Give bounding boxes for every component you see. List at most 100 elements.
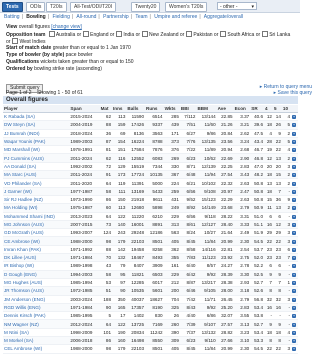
player-link[interactable]: D Gough (ENG) <box>3 270 70 279</box>
column-header[interactable]: 5 <box>272 105 282 113</box>
checkbox-sri-lanka[interactable] <box>262 31 269 37</box>
tab-t20is[interactable]: T20Is <box>46 2 67 12</box>
expand-row-button[interactable]: + <box>291 170 298 180</box>
subnav-fielding[interactable]: Fielding <box>52 14 70 20</box>
player-link[interactable]: MA Holding (WI) <box>3 203 70 213</box>
player-link[interactable]: PJ Cummins (AUS) <box>3 153 70 163</box>
expand-row-button[interactable]: + <box>291 261 298 271</box>
subnav-aggregate[interactable]: Aggregate/overall <box>204 14 243 20</box>
table-cell: 9/52 <box>179 195 197 205</box>
player-link[interactable]: Dennis Kirsch (PAK) <box>3 311 70 321</box>
subnav-batting[interactable]: Batting <box>4 14 20 20</box>
player-link[interactable]: MD Marshall (WI) <box>3 145 70 155</box>
expand-row-button[interactable]: + <box>291 178 298 188</box>
checkbox-south-africa[interactable] <box>220 31 227 37</box>
expand-row-button[interactable]: + <box>291 145 298 155</box>
column-header[interactable]: Runs <box>145 105 164 113</box>
column-header[interactable]: 10 <box>281 105 291 113</box>
expand-row-button[interactable]: + <box>291 212 298 221</box>
player-link[interactable]: IR Bishop (WI) <box>3 261 70 271</box>
player-link[interactable]: DW Steyn (SA) <box>3 120 70 130</box>
expand-row-button[interactable]: + <box>291 195 298 205</box>
player-link[interactable]: RGD Willis (ENG) <box>3 303 70 313</box>
player-link[interactable]: VD Philander (SA) <box>3 178 70 188</box>
player-link[interactable]: CE Ambrose (WI) <box>3 236 70 246</box>
expand-row-button[interactable]: + <box>291 228 298 238</box>
column-header[interactable]: BBM <box>196 105 217 113</box>
player-link[interactable]: MG Johnson (AUS) <box>3 220 70 230</box>
player-link[interactable]: K Rabada (SA) <box>3 112 70 122</box>
expand-row-button[interactable]: + <box>291 236 298 246</box>
player-link[interactable]: M Morkel (SA) <box>3 336 70 346</box>
player-link[interactable]: AA Donald (SA) <box>3 162 70 172</box>
column-header[interactable]: Econ <box>233 105 251 113</box>
column-header[interactable]: Player <box>3 105 70 113</box>
table-cell: 58 <box>99 187 113 196</box>
player-link[interactable]: Sir RJ Hadlee (NZ) <box>3 195 70 205</box>
player-link[interactable]: Imran Khan (PAK) <box>3 245 70 255</box>
column-header[interactable]: 4 <box>264 105 273 113</box>
player-link[interactable]: Waqar Younis (PAK) <box>3 137 70 147</box>
expand-row-button[interactable]: + <box>291 162 298 172</box>
subnav-all-round[interactable]: All-round <box>76 14 96 20</box>
player-link[interactable]: NM Wagner (NZ) <box>3 319 70 329</box>
column-header[interactable]: SR <box>250 105 265 113</box>
other-format-select[interactable]: - other - ▾ <box>217 2 257 10</box>
column-header[interactable]: Mat <box>99 105 113 113</box>
expand-row-button[interactable]: + <box>291 311 298 321</box>
checkbox-india[interactable] <box>116 31 123 37</box>
expand-row-button[interactable]: + <box>291 153 298 163</box>
expand-row-button[interactable]: + <box>291 253 298 263</box>
column-header[interactable]: Ave <box>216 105 234 113</box>
subnav-team[interactable]: Team <box>135 14 147 20</box>
player-link[interactable]: MG Hughes (AUS) <box>3 278 70 288</box>
player-link[interactable]: MA Starc (AUS) <box>3 170 70 180</box>
tab-womens-t20is[interactable]: Women's T20Is <box>165 2 208 12</box>
checkbox-england[interactable] <box>83 31 90 37</box>
player-link[interactable]: GD McGrath (AUS) <box>3 228 70 238</box>
tab-odis[interactable]: ODIs <box>26 2 46 12</box>
tab-tests[interactable]: Tests <box>2 2 23 12</box>
expand-row-button[interactable]: + <box>291 336 298 346</box>
expand-row-button[interactable]: + <box>291 137 298 147</box>
column-header[interactable]: Inns <box>112 105 127 113</box>
player-link[interactable]: M Ntini (SA) <box>3 328 70 338</box>
expand-row-button[interactable]: + <box>291 328 298 338</box>
subnav-partnership[interactable]: Partnership <box>103 14 129 20</box>
expand-row-button[interactable]: + <box>291 120 298 130</box>
tab-all-formats[interactable]: All-Test/ODI/T20I <box>70 2 117 12</box>
player-link[interactable]: JJ Bumrah (INDI) <box>3 129 70 138</box>
checkbox-pakistan[interactable] <box>186 31 193 37</box>
tab-twenty20[interactable]: Twenty20 <box>131 2 161 12</box>
expand-row-button[interactable]: + <box>291 295 298 304</box>
expand-row-button[interactable]: + <box>291 112 298 122</box>
player-link[interactable]: DK Lillee (AUS) <box>3 253 70 263</box>
expand-row-button[interactable]: + <box>291 319 298 329</box>
player-link[interactable]: J Garner (WI) <box>3 187 70 196</box>
checkbox-new-zealand[interactable] <box>142 31 149 37</box>
expand-row-button[interactable]: + <box>291 278 298 288</box>
expand-row-button[interactable]: + <box>291 245 298 255</box>
player-link[interactable]: Mohammed Shami (IND) <box>3 212 70 221</box>
change-view-link[interactable]: [change view] <box>51 24 82 30</box>
column-header[interactable]: Wkts <box>163 105 180 113</box>
expand-row-button[interactable]: + <box>291 203 298 213</box>
expand-row-button[interactable]: + <box>291 286 298 296</box>
column-header[interactable]: BBI <box>179 105 197 113</box>
subnav-umpire[interactable]: Umpire and referee <box>154 14 197 20</box>
expand-row-button[interactable]: + <box>291 270 298 279</box>
checkbox-west-indies[interactable] <box>12 38 19 44</box>
expand-row-button[interactable]: + <box>291 129 298 138</box>
expand-row-button[interactable]: + <box>291 344 298 354</box>
player-link[interactable]: JM Anderson (ENG) <box>3 295 70 304</box>
column-header[interactable]: Balls <box>126 105 145 113</box>
subnav-bowling[interactable]: Bowling <box>26 14 45 20</box>
checkbox-australia[interactable] <box>48 31 55 37</box>
expand-row-button[interactable]: + <box>291 220 298 230</box>
expand-row-button[interactable]: + <box>291 303 298 313</box>
player-link[interactable]: JR Thomson (AUS) <box>3 286 70 296</box>
column-header[interactable]: Span <box>69 105 100 113</box>
player-link[interactable]: CEL Ambrose (WI) <box>3 344 70 354</box>
table-cell: 2018-2024 <box>69 129 100 138</box>
expand-row-button[interactable]: + <box>291 187 298 196</box>
